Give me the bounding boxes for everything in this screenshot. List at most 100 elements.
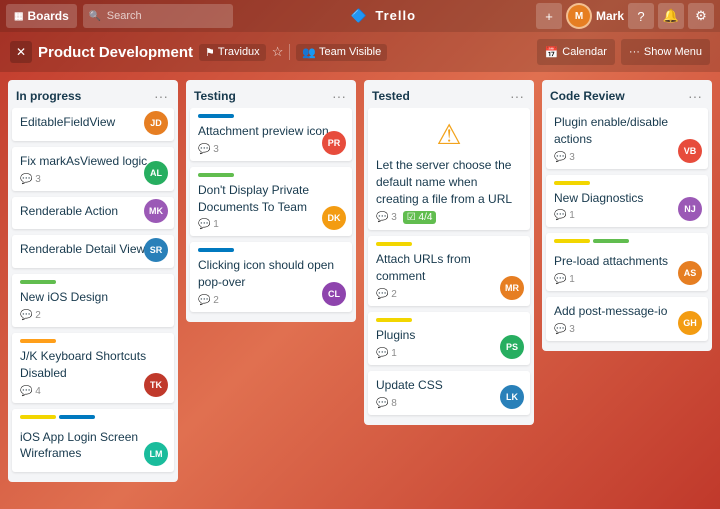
list-title: Testing: [194, 89, 330, 103]
visibility-badge[interactable]: 👥 Team Visible: [296, 44, 387, 61]
card-label-bar: [554, 181, 590, 185]
comment-count: 💬 3: [554, 152, 575, 163]
help-button[interactable]: ?: [628, 3, 654, 29]
list-in-progress: In progress ··· EditableFieldView JD Fix…: [8, 80, 178, 482]
calendar-button[interactable]: 📅 Calendar: [537, 39, 615, 65]
list-testing: Testing ··· Attachment preview icon 💬 3 …: [186, 80, 356, 322]
card-avatar: AS: [678, 261, 702, 285]
list-title: Tested: [372, 89, 508, 103]
comment-count: 💬 1: [554, 274, 575, 285]
search-wrap: 🔍: [83, 4, 233, 28]
card-meta: 💬 2: [20, 310, 166, 321]
comment-count: 💬 1: [198, 219, 219, 230]
list-cards: ⚠ Let the server choose the default name…: [364, 108, 534, 425]
user-name[interactable]: Mark: [596, 9, 624, 23]
card[interactable]: ⚠ Let the server choose the default name…: [368, 108, 530, 230]
org-badge[interactable]: ⚑ Travidux: [199, 44, 266, 61]
card[interactable]: Plugin enable/disable actions 💬 3 VB: [546, 108, 708, 169]
card-title: Plugin enable/disable actions: [554, 114, 700, 148]
card-avatar: CL: [322, 282, 346, 306]
card[interactable]: Pre-load attachments 💬 1 AS: [546, 233, 708, 291]
comment-count: 💬 4: [20, 386, 41, 397]
list-cards: Plugin enable/disable actions 💬 3 VB New…: [542, 108, 712, 351]
show-menu-button[interactable]: ··· Show Menu: [621, 39, 710, 65]
card-label-bar: [198, 114, 234, 118]
card[interactable]: Add post-message-io 💬 3 GH: [546, 297, 708, 341]
trello-logo: 🔷 Trello: [239, 7, 530, 25]
card-label-bar: [593, 239, 629, 243]
star-icon[interactable]: ☆: [272, 44, 284, 60]
list-cards: Attachment preview icon 💬 3 PR Don't Dis…: [186, 108, 356, 322]
card-label-bar: [554, 239, 590, 243]
card[interactable]: J/K Keyboard Shortcuts Disabled 💬 4 TK: [12, 333, 174, 403]
comment-count: 💬 2: [20, 310, 41, 321]
card-title: Don't Display Private Documents To Team: [198, 182, 344, 216]
card[interactable]: iOS App Login Screen Wireframes LM: [12, 409, 174, 473]
card-label-bar: [198, 248, 234, 252]
list-menu-button[interactable]: ···: [330, 88, 348, 104]
card[interactable]: Attachment preview icon 💬 3 PR: [190, 108, 352, 161]
card-label-bar: [376, 318, 412, 322]
card-title: New iOS Design: [20, 289, 166, 306]
list-title: In progress: [16, 89, 152, 103]
top-nav: ▦ Boards 🔍 🔷 Trello + M Mark ? 🔔 ⚙: [0, 0, 720, 32]
card[interactable]: Update CSS 💬 8 LK: [368, 371, 530, 415]
list-menu-button[interactable]: ···: [686, 88, 704, 104]
card-labels: [554, 239, 700, 248]
card-avatar: LK: [500, 385, 524, 409]
boards-button[interactable]: ▦ Boards: [6, 4, 77, 28]
card-labels: [20, 415, 166, 424]
user-avatar[interactable]: M: [566, 3, 592, 29]
check-badge: ☑ 4/4: [403, 211, 437, 224]
settings-button[interactable]: ⚙: [688, 3, 714, 29]
card[interactable]: Don't Display Private Documents To Team …: [190, 167, 352, 237]
card[interactable]: Attach URLs from comment 💬 2 MR: [368, 236, 530, 306]
card-avatar: MR: [500, 276, 524, 300]
list-code-review: Code Review ··· Plugin enable/disable ac…: [542, 80, 712, 351]
list-cards: EditableFieldView JD Fix markAsViewed lo…: [8, 108, 178, 482]
card[interactable]: EditableFieldView JD: [12, 108, 174, 141]
board-title: Product Development: [38, 44, 193, 61]
board-close-button[interactable]: ✕: [10, 41, 32, 63]
card[interactable]: Renderable Detail View SR: [12, 235, 174, 268]
card-avatar: SR: [144, 238, 168, 262]
card-avatar: GH: [678, 311, 702, 335]
list-header: Code Review ···: [542, 80, 712, 108]
card[interactable]: New Diagnostics 💬 1 NJ: [546, 175, 708, 228]
card-avatar: JD: [144, 111, 168, 135]
org-icon: ⚑: [205, 46, 215, 59]
org-name: Travidux: [218, 46, 260, 58]
board-header-right: 📅 Calendar ··· Show Menu: [537, 39, 710, 65]
notify-button[interactable]: 🔔: [658, 3, 684, 29]
calendar-label: Calendar: [562, 46, 607, 58]
add-button[interactable]: +: [536, 3, 562, 29]
card-label-bar: [59, 415, 95, 419]
card-avatar: PS: [500, 335, 524, 359]
card-label-bar: [376, 242, 412, 246]
list-header: In progress ···: [8, 80, 178, 108]
list-menu-button[interactable]: ···: [508, 88, 526, 104]
card-meta: 💬 3 ☑ 4/4: [376, 211, 522, 224]
boards-label: Boards: [27, 9, 68, 23]
card-avatar: LM: [144, 442, 168, 466]
card[interactable]: Renderable Action MK: [12, 197, 174, 230]
trello-logo-text: Trello: [375, 8, 416, 23]
comment-count: 💬 3: [554, 324, 575, 335]
list-menu-button[interactable]: ···: [152, 88, 170, 104]
search-input[interactable]: [83, 4, 233, 28]
visibility-label: Team Visible: [319, 46, 381, 58]
comment-count: 💬 3: [376, 212, 397, 223]
comment-count: 💬 2: [376, 289, 397, 300]
card[interactable]: Plugins 💬 1 PS: [368, 312, 530, 365]
warning-icon: ⚠: [376, 118, 522, 151]
list-title: Code Review: [550, 89, 686, 103]
card[interactable]: Fix markAsViewed logic 💬 3 AL: [12, 147, 174, 191]
card-avatar: TK: [144, 373, 168, 397]
card[interactable]: New iOS Design 💬 2: [12, 274, 174, 327]
comment-count: 💬 3: [20, 174, 41, 185]
card[interactable]: Clicking icon should open pop-over 💬 2 C…: [190, 242, 352, 312]
show-menu-label: Show Menu: [644, 46, 702, 58]
card-title: J/K Keyboard Shortcuts Disabled: [20, 348, 166, 382]
card-title: Clicking icon should open pop-over: [198, 257, 344, 291]
comment-count: 💬 8: [376, 398, 397, 409]
